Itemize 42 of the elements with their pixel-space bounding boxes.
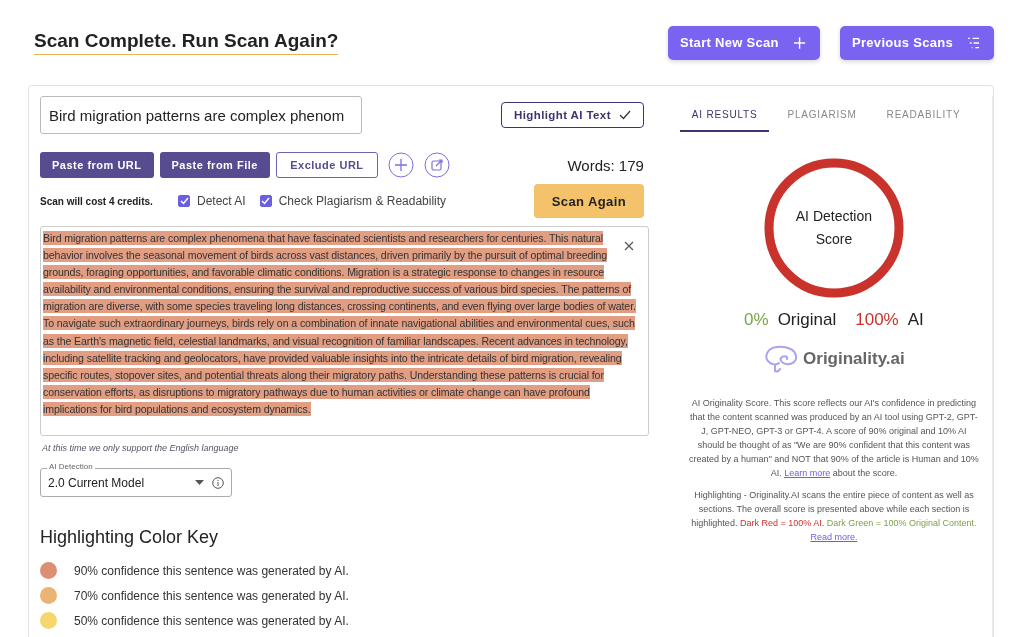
score-label: AI Detection Score bbox=[794, 207, 874, 249]
ai-value: 100% bbox=[855, 310, 899, 330]
source-button[interactable]: Paste from File bbox=[159, 152, 270, 178]
close-icon[interactable] bbox=[623, 241, 634, 251]
add-icon[interactable] bbox=[387, 152, 414, 178]
original-value: 0% bbox=[744, 310, 769, 330]
caret-icon bbox=[195, 480, 204, 485]
source-button[interactable]: Exclude URL bbox=[275, 152, 378, 178]
results-tab[interactable]: AI RESULTS bbox=[679, 105, 770, 132]
list-icon bbox=[967, 36, 980, 49]
option-label: Detect AI bbox=[197, 194, 246, 208]
language-note: At this time we only support the English language bbox=[42, 443, 240, 453]
page-title: Scan Complete. Run Scan Again? bbox=[34, 30, 339, 55]
cost-note: Scan will cost 4 credits. bbox=[40, 195, 154, 207]
key-label: 50% confidence this sentence was generated by AI. bbox=[74, 613, 349, 628]
info-icon bbox=[212, 476, 224, 489]
results-tab[interactable]: READABILITY bbox=[874, 105, 973, 132]
brand-name: Originality.ai bbox=[803, 349, 905, 369]
plus-icon bbox=[792, 35, 806, 50]
highlighting-note: Highlighting - Originality.AI scans the entire piece of content as well as sections. The overall score is presented above while each section is highlighted. Dark Red = 100% AI. Dark Green = 100% Original Content. Read more. bbox=[690, 489, 978, 544]
header-button[interactable]: Previous Scans bbox=[840, 25, 994, 60]
key-label: 70% confidence this sentence was generated by AI. bbox=[74, 588, 349, 603]
brain-icon bbox=[763, 344, 800, 374]
highlight-button[interactable]: Highlight AI Text bbox=[501, 102, 644, 128]
ai-label: AI bbox=[907, 310, 924, 330]
score-explanation: AI Originality Score. This score reflects our AI's confidence in predicting that the content scanned was produced by an AI tool using GPT-2, GPT-J, GPT-NEO, GPT-3 or GPT-4. A score of 90% original and 10% AI should be thought of as "We are 90% confident that this content was created by a human" and NOT that 90% of the article is Human and 10% AI. Learn more about the score. bbox=[688, 397, 980, 480]
word-count: Words: 179 bbox=[567, 156, 644, 174]
original-label: Original bbox=[777, 310, 837, 330]
checkbox[interactable] bbox=[259, 195, 272, 207]
share-icon[interactable] bbox=[423, 152, 450, 178]
option-label: Check Plagiarism & Readability bbox=[278, 194, 447, 208]
content-text: Bird migration patterns are complex phenomena that have fascinated scientists and researchers for centuries. This natural behavior involves the seasonal movement of birds across vast distances, driven primarily by the pursuit of optimal breeding grounds, foraging opportunities, and favorable climatic conditions. Migration is a strategic response to changes in resource availability and environmental conditions, ensuring the survival and reproductive success of various bird species. The patterns of migration are diverse, with some species traveling long distances, crossing continents, and even flying over large bodies of water. To navigate such extraordinary journeys, birds rely on a combination of innate navigational abilities and environmental cues, such as the Earth's magnetic field, celestial landmarks, and visual recognition of familiar landscapes. Recent advances in technology, including satellite tracking and geolocators, have provided valuable insights into the intricate details of bird migration, revealing specific routes, stopover sites, and potential threats along their migratory paths. Understanding these patterns is crucial for conservation efforts, as disruptions to migratory pathways due to human activities or climate change can have profound implications for bird populations and ecosystem dynamics. bbox=[43, 230, 637, 418]
results-tab[interactable]: PLAGIARISM bbox=[775, 105, 869, 132]
title-field[interactable]: Bird migration patterns are complex phenom bbox=[40, 96, 362, 134]
source-button[interactable]: Paste from URL bbox=[40, 152, 154, 178]
checkbox[interactable] bbox=[178, 195, 190, 207]
read-more-link[interactable]: Read more. bbox=[810, 532, 858, 542]
key-label: 90% confidence this sentence was generated by AI. bbox=[74, 563, 349, 578]
header-button[interactable]: Start New Scan bbox=[668, 25, 820, 60]
scan-again-button[interactable]: Scan Again bbox=[533, 184, 644, 218]
learn-more-link[interactable]: Learn more bbox=[784, 468, 831, 478]
color-key-title: Highlighting Color Key bbox=[40, 527, 220, 548]
